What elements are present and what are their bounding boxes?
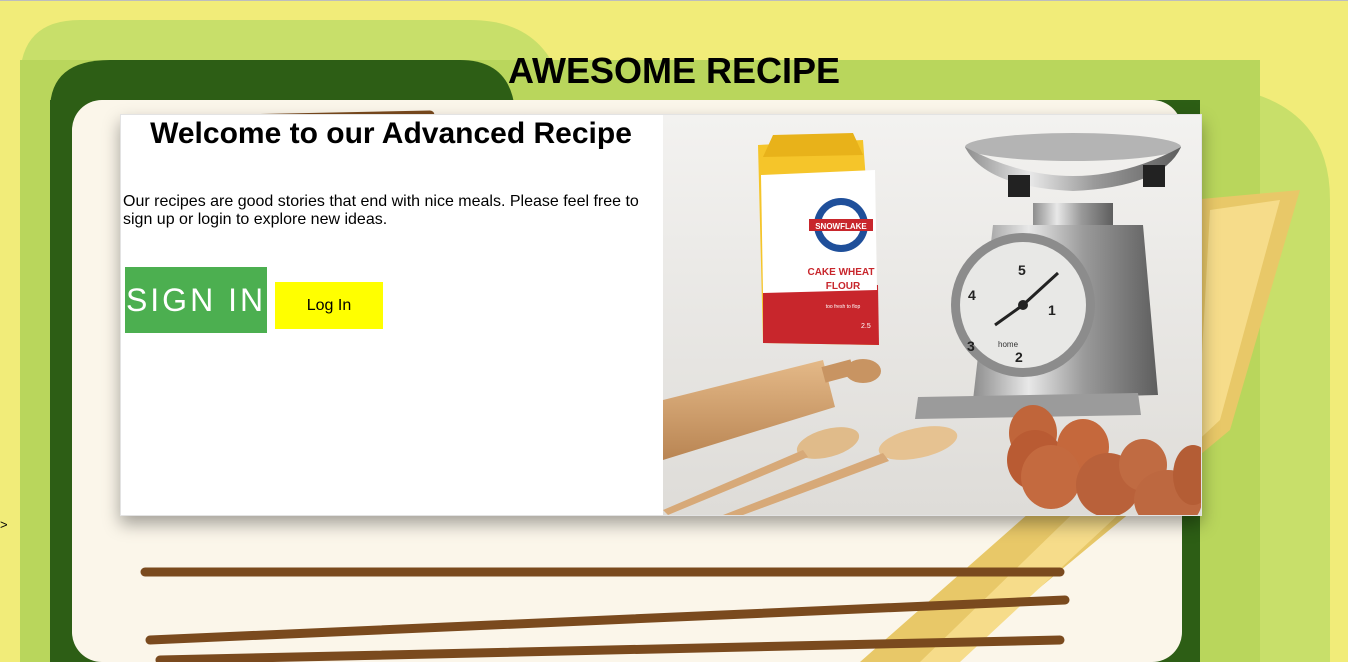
scale-number-3: 3 [967, 338, 975, 354]
top-divider [0, 0, 1348, 1]
intro-text: Our recipes are good stories that end wi… [123, 193, 639, 228]
baking-photo: SNOWFLAKE CAKE WHEAT FLOUR too fresh to … [663, 115, 1201, 515]
flour-bag: SNOWFLAKE CAKE WHEAT FLOUR too fresh to … [758, 133, 879, 345]
scale-number-4: 4 [968, 287, 976, 303]
flour-tag: too fresh to flop [826, 304, 861, 310]
page-title: AWESOME RECIPE [507, 50, 841, 91]
flour-line1: CAKE WHEAT [807, 267, 874, 278]
flour-line2: FLOUR [826, 281, 861, 292]
welcome-heading: Welcome to our Advanced Recipe [150, 117, 632, 150]
scale-number-2: 2 [1015, 349, 1023, 365]
welcome-panel: Welcome to our Advanced Recipe Our recip… [121, 115, 661, 515]
flour-weight: 2.5 [861, 323, 871, 330]
sign-in-button[interactable]: SIGN IN [125, 267, 267, 333]
welcome-card: Welcome to our Advanced Recipe Our recip… [120, 114, 1202, 516]
scale-brand: home [998, 340, 1019, 349]
log-in-button[interactable]: Log In [275, 282, 383, 329]
scale-number-1: 1 [1048, 302, 1056, 318]
stray-text: > [0, 517, 8, 532]
flour-brand: SNOWFLAKE [815, 222, 867, 231]
baking-illustration: SNOWFLAKE CAKE WHEAT FLOUR too fresh to … [663, 115, 1201, 515]
scale-number-5: 5 [1018, 262, 1026, 278]
